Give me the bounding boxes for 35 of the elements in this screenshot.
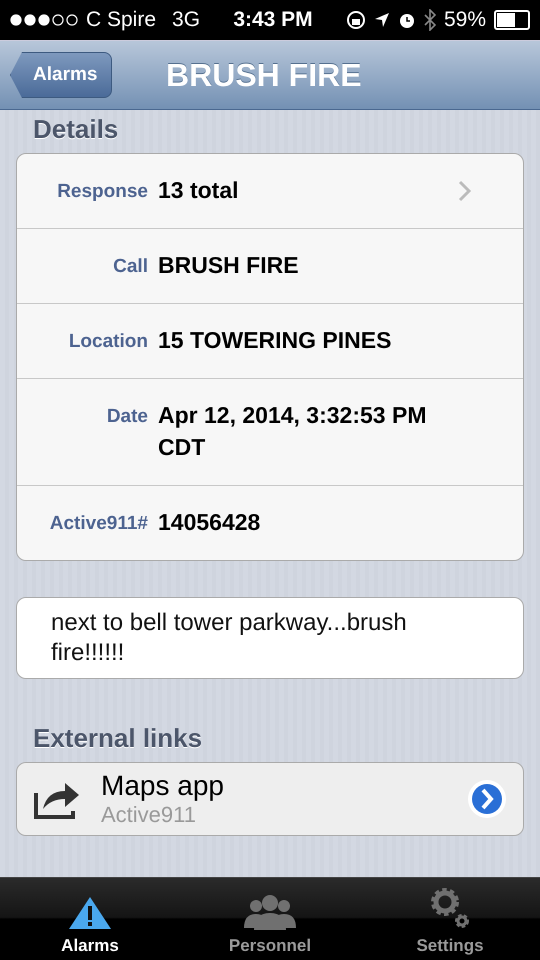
tab[interactable]: Personnel: [180, 878, 360, 960]
field-value: 13 total: [157, 176, 240, 205]
warning-icon: [68, 896, 112, 930]
nav-title: BRUSH FIRE: [166, 56, 362, 94]
link-subtitle: Active911: [101, 802, 197, 828]
network-type: 3G: [172, 8, 200, 32]
tab[interactable]: Alarms: [0, 878, 180, 960]
tab[interactable]: Settings: [360, 878, 540, 960]
signal-icon: [10, 14, 80, 26]
field-label: Location: [68, 330, 148, 353]
people-icon: [242, 894, 298, 930]
battery-icon: [494, 10, 530, 30]
section-heading: External links: [32, 722, 204, 755]
rotation-lock-icon: [346, 10, 366, 30]
battery-percent: 59%: [444, 8, 486, 32]
field-value: BRUSH FIRE: [157, 251, 300, 280]
note-text: next to bell tower parkway...brush fire!!!!!!: [16, 597, 524, 679]
alarm-icon: [398, 11, 416, 29]
field-value: Apr 12, 2014, 3:32:53 PM CDT: [157, 401, 428, 462]
field-label: Active911#: [48, 512, 148, 535]
field-label: Call: [112, 255, 148, 278]
field-label: Date: [106, 405, 148, 428]
link-title: Maps app: [101, 770, 225, 802]
location-icon: [374, 12, 390, 28]
field-value: 14056428: [157, 508, 262, 537]
back-button[interactable]: Alarms: [10, 52, 112, 98]
link-row[interactable]: Maps app Active911: [16, 762, 524, 836]
field-value: 15 TOWERING PINES: [157, 326, 392, 355]
section-heading: Details: [32, 113, 120, 146]
bluetooth-icon: [424, 9, 436, 31]
chevron-circle-icon[interactable]: [467, 779, 507, 819]
clock-time: 3:43 PM: [232, 8, 314, 32]
field-label: Response: [56, 180, 148, 203]
gears-icon: [428, 886, 472, 930]
carrier-name: C Spire: [86, 8, 156, 32]
